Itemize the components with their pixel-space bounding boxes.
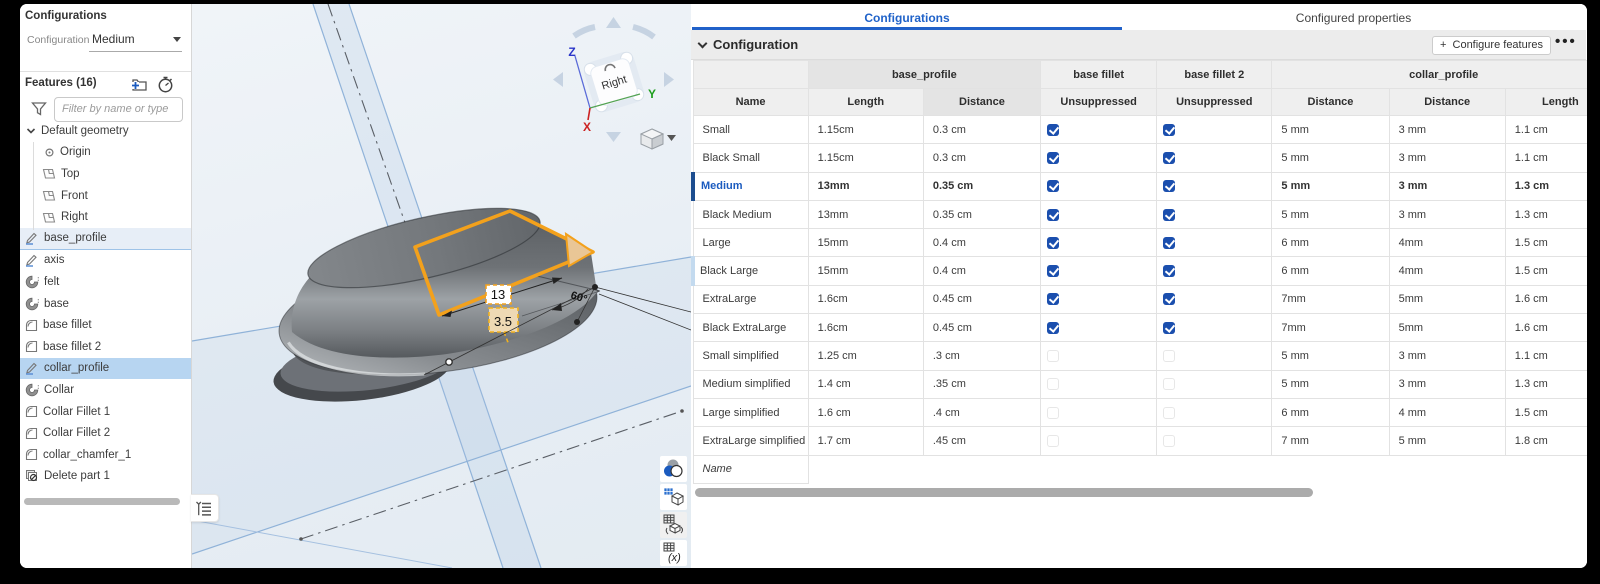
svg-text:Z: Z [568,45,575,59]
svg-text:(x): (x) [668,552,681,564]
svg-text:X: X [583,120,591,134]
svg-text:3.5: 3.5 [494,314,512,329]
svg-text:Y: Y [648,87,656,101]
svg-text:13: 13 [491,287,505,302]
